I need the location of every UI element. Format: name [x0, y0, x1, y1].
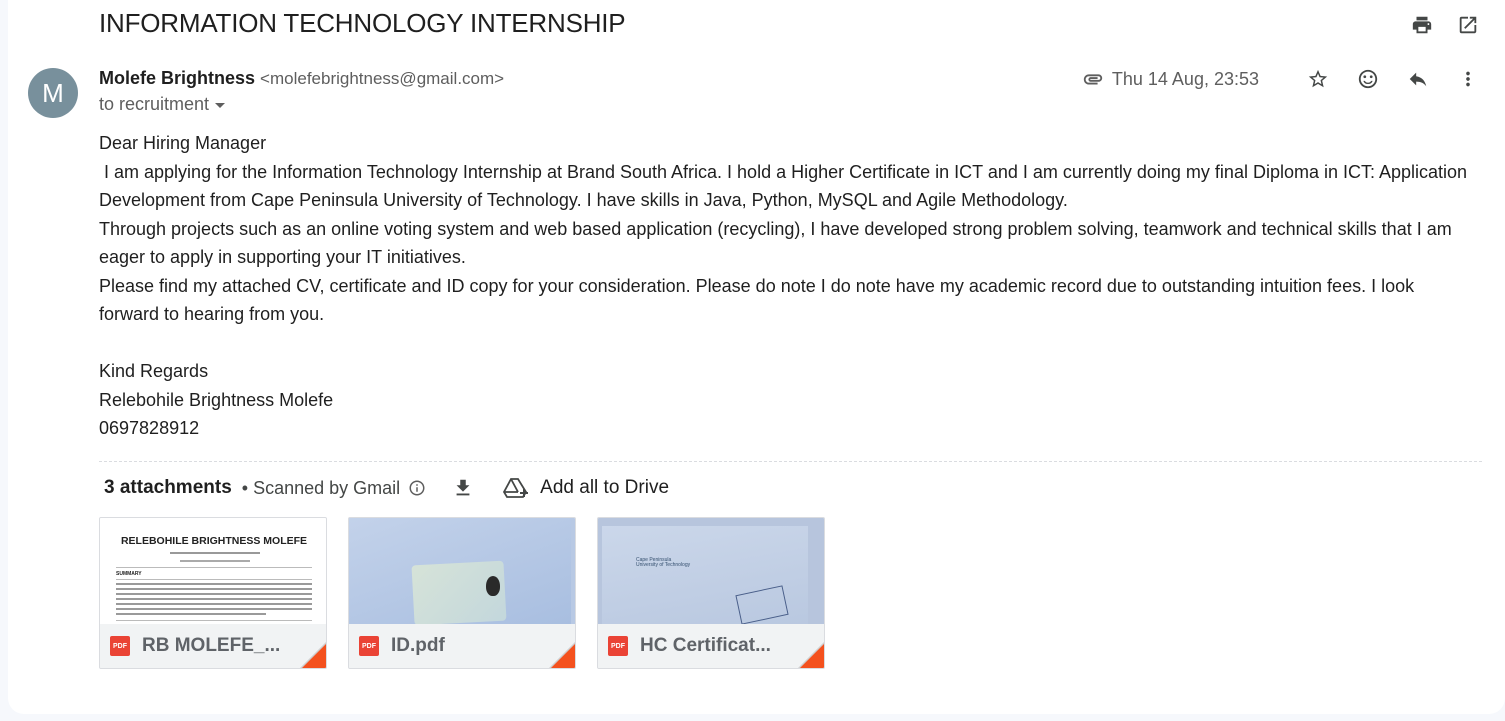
- body-paragraph-2: Through projects such as an online votin…: [99, 218, 1457, 268]
- add-all-to-drive-button[interactable]: Add all to Drive: [502, 476, 669, 500]
- page-fold-icon: [798, 642, 824, 668]
- drive-add-icon: [503, 478, 529, 498]
- message-body: Dear Hiring Manager I am applying for th…: [99, 129, 1469, 443]
- star-icon[interactable]: [1305, 66, 1331, 92]
- open-new-window-icon[interactable]: [1455, 12, 1481, 38]
- attachment-thumbnail: RELEBOHILE BRIGHTNESS MOLEFE SUMMARY: [100, 518, 326, 626]
- message-meta: Thu 14 Aug, 23:53: [1082, 66, 1481, 92]
- attachment-name: ID.pdf: [391, 635, 445, 656]
- attachment-id[interactable]: PDF ID.pdf: [348, 517, 576, 669]
- attachment-cv[interactable]: RELEBOHILE BRIGHTNESS MOLEFE SUMMARY PDF…: [99, 517, 327, 669]
- add-all-to-drive-label: Add all to Drive: [540, 477, 670, 498]
- body-paragraph-3: Please find my attached CV, certificate …: [99, 275, 1420, 325]
- pdf-icon: PDF: [110, 636, 130, 656]
- pdf-icon: PDF: [359, 636, 379, 656]
- more-vert-icon[interactable]: [1455, 66, 1481, 92]
- info-icon[interactable]: [408, 479, 426, 497]
- attachment-name: RB MOLEFE_...: [142, 635, 281, 656]
- cv-preview-title: RELEBOHILE BRIGHTNESS MOLEFE: [120, 535, 308, 547]
- pdf-icon: PDF: [608, 636, 628, 656]
- attachment-thumbnail: [349, 518, 575, 626]
- body-greeting: Dear Hiring Manager: [99, 133, 267, 153]
- attachments-bar: 3 attachments • Scanned by Gmail Add all…: [104, 476, 669, 500]
- signature-phone: 0697828912: [99, 418, 200, 438]
- page-fold-icon: [300, 642, 326, 668]
- attachment-hc-certificate[interactable]: Cape Peninsula University of Technology …: [597, 517, 825, 669]
- reply-icon[interactable]: [1405, 66, 1431, 92]
- attachments-list: RELEBOHILE BRIGHTNESS MOLEFE SUMMARY PDF…: [99, 517, 825, 669]
- cv-preview-heading: SUMMARY: [116, 571, 142, 577]
- attachments-count: 3 attachments: [104, 477, 232, 498]
- scanned-by-gmail: • Scanned by Gmail: [241, 477, 401, 498]
- body-paragraph-1: I am applying for the Information Techno…: [99, 161, 1468, 211]
- recipient-line[interactable]: to recruitment: [99, 94, 226, 115]
- header-actions: [1409, 12, 1481, 38]
- id-photo: [486, 576, 500, 596]
- signature-name: Relebohile Brightness Molefe: [99, 389, 334, 410]
- sender-avatar[interactable]: M: [28, 68, 78, 118]
- print-icon[interactable]: [1409, 12, 1435, 38]
- recipient-label: to recruitment: [99, 94, 210, 114]
- sender-name[interactable]: Molefe Brightness: [99, 68, 255, 88]
- body-blank-line: [99, 329, 1469, 358]
- attachment-clip-icon: [1082, 68, 1104, 90]
- chevron-down-icon[interactable]: [215, 103, 226, 108]
- sender-email: <molefebrightness@gmail.com>: [260, 69, 505, 88]
- download-all-icon[interactable]: [452, 477, 474, 499]
- attachment-name: HC Certificat...: [640, 635, 771, 656]
- certificate-logo-text: Cape Peninsula University of Technology: [636, 557, 691, 568]
- email-subject: INFORMATION TECHNOLOGY INTERNSHIP: [99, 8, 626, 38]
- message-timestamp: Thu 14 Aug, 23:53: [1111, 68, 1259, 89]
- page-fold-icon: [549, 642, 575, 668]
- sender-line: Molefe Brightness <molefebrightness@gmai…: [99, 68, 504, 89]
- body-signoff: Kind Regards: [99, 361, 209, 381]
- attachment-thumbnail: Cape Peninsula University of Technology: [598, 518, 824, 626]
- attachments-divider: [99, 461, 1482, 462]
- emoji-reaction-icon[interactable]: [1355, 66, 1381, 92]
